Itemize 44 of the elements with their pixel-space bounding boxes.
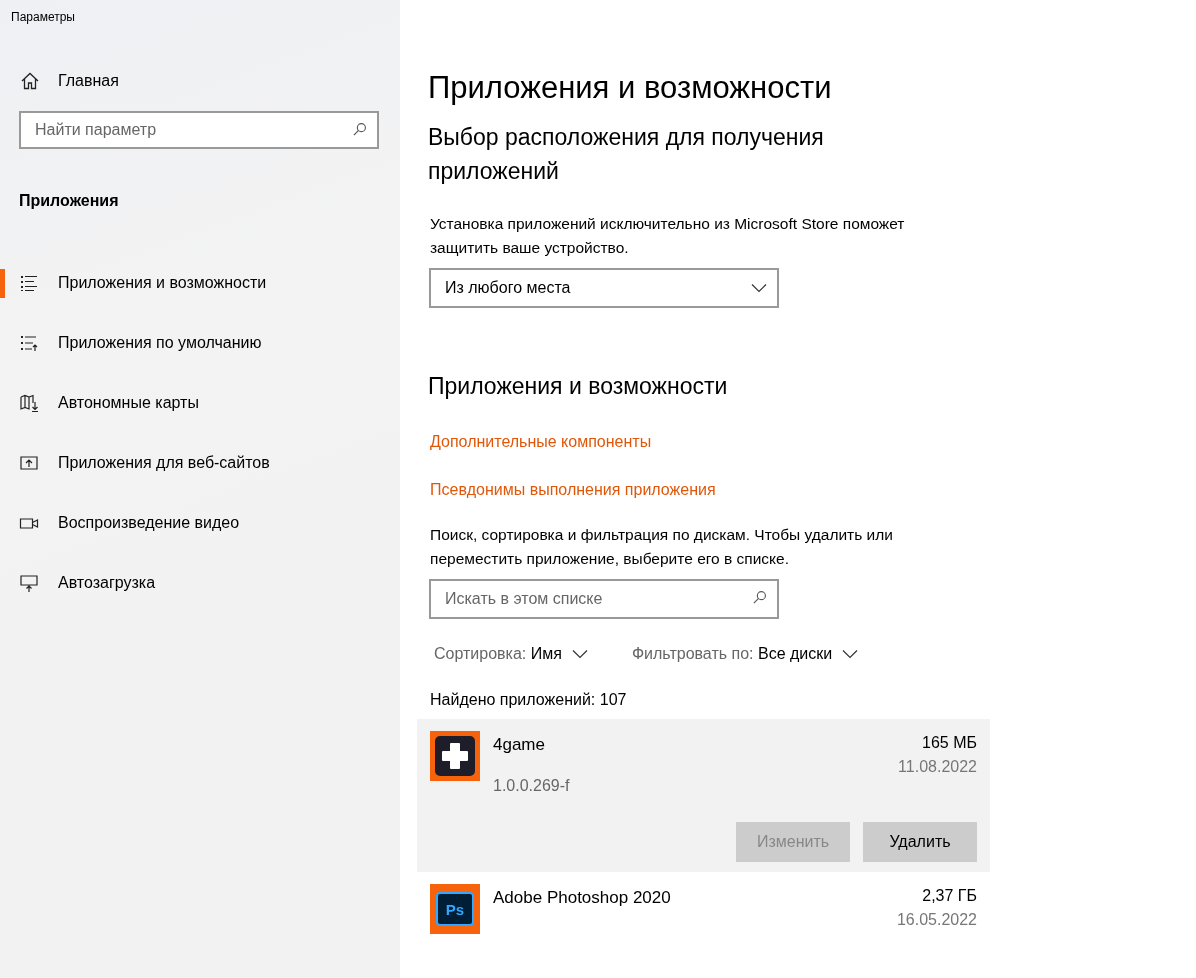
nav-item[interactable]: Приложения для веб-сайтов bbox=[0, 433, 400, 493]
sort-dropdown[interactable]: Сортировка: Имя bbox=[434, 645, 588, 663]
app-icon bbox=[430, 731, 480, 781]
settings-link[interactable]: Дополнительные компоненты bbox=[430, 433, 652, 451]
page-title: Приложения и возможности bbox=[428, 70, 832, 106]
app-name: 4game bbox=[493, 735, 546, 755]
search-field[interactable]: Искать в этом списке bbox=[429, 579, 779, 619]
chevron-down-icon bbox=[571, 649, 588, 659]
app-size: 2,37 ГБ bbox=[922, 887, 977, 905]
section-heading: Приложения bbox=[19, 192, 119, 210]
settings-link[interactable]: Псевдонимы выполнения приложения bbox=[430, 481, 716, 499]
uninstall-button[interactable]: Удалить bbox=[863, 822, 977, 862]
nav-item[interactable]: Воспроизведение видео bbox=[0, 493, 400, 553]
chevron-down-icon bbox=[751, 283, 767, 293]
home-link[interactable]: Главная bbox=[58, 72, 119, 90]
nav-item[interactable]: Приложения по умолчанию bbox=[0, 313, 400, 373]
upload-icon bbox=[19, 453, 39, 473]
list-icon bbox=[19, 273, 39, 293]
window-title: Параметры bbox=[11, 10, 75, 24]
list-icon bbox=[19, 333, 39, 353]
filter-dropdown[interactable]: Фильтровать по: Все диски bbox=[631, 645, 859, 663]
app-name: Adobe Photoshop 2020 bbox=[493, 888, 672, 908]
source-dropdown[interactable]: Из любого места bbox=[429, 268, 779, 308]
description-text: Установка приложений исключительно из Microsoft Store поможет защитить ваше устройство. bbox=[430, 214, 906, 258]
app-icon: Ps bbox=[430, 884, 480, 934]
nav-item[interactable]: Приложения и возможности bbox=[0, 253, 400, 313]
nav-item[interactable]: Автономные карты bbox=[0, 373, 400, 433]
section-heading: Выбор расположения для получения приложений bbox=[428, 123, 825, 186]
app-list-item[interactable]: Ps Adobe Photoshop 2020 2,37 ГБ 16.05.2022 bbox=[417, 872, 990, 944]
section-heading: Приложения и возможности bbox=[428, 372, 728, 401]
app-count: Найдено приложений: 107 bbox=[430, 691, 627, 709]
app-version: 1.0.0.269-f bbox=[493, 777, 571, 795]
home-icon bbox=[20, 71, 40, 91]
install-date: 16.05.2022 bbox=[896, 911, 977, 929]
monitor-icon bbox=[19, 573, 39, 593]
chevron-down-icon bbox=[842, 649, 859, 659]
search-icon bbox=[352, 122, 367, 137]
search-field[interactable]: Найти параметр bbox=[19, 111, 379, 149]
nav-item[interactable]: Автозагрузка bbox=[0, 553, 400, 613]
search-icon bbox=[752, 590, 767, 605]
app-size: 165 МБ bbox=[922, 734, 977, 752]
map-icon bbox=[19, 393, 39, 413]
description-text: Поиск, сортировка и фильтрация по дискам. Чтобы удалить или переместить приложение, выберите его в списке. bbox=[430, 525, 894, 569]
install-date: 11.08.2022 bbox=[898, 758, 977, 776]
